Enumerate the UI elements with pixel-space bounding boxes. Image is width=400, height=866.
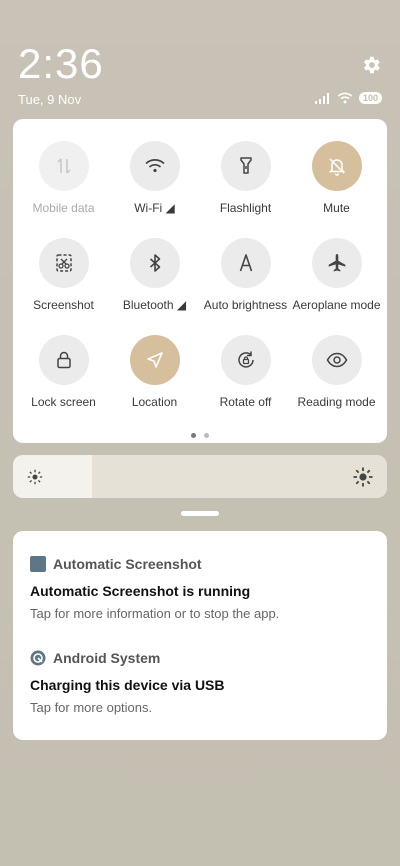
toggle-label: Location bbox=[131, 395, 178, 409]
settings-gear-icon[interactable] bbox=[360, 54, 382, 76]
brightness-slider[interactable] bbox=[13, 455, 387, 498]
bluetooth-icon bbox=[149, 254, 160, 272]
toggle-label: Aeroplane mode bbox=[292, 298, 381, 312]
toggle-airplane[interactable]: Aeroplane mode bbox=[291, 238, 382, 335]
toggle-label: Screenshot bbox=[33, 298, 94, 312]
toggle-button[interactable] bbox=[220, 141, 271, 191]
toggle-button[interactable] bbox=[38, 238, 89, 288]
bell-off-icon bbox=[328, 158, 345, 176]
toggle-lock[interactable]: Lock screen bbox=[18, 335, 109, 432]
toggle-location[interactable]: Location bbox=[109, 335, 200, 432]
quick-settings-panel: Mobile data Wi-Fi ◢ Flashlight Mute Screensh… bbox=[13, 119, 387, 443]
signal-icon bbox=[314, 92, 329, 104]
toggle-bell-off[interactable]: Mute bbox=[291, 141, 382, 238]
notification-card: Automatic Screenshot Automatic Screensho… bbox=[13, 531, 387, 740]
screenshot-icon bbox=[55, 254, 72, 272]
toggle-screenshot[interactable]: Screenshot bbox=[18, 238, 109, 335]
toggle-button[interactable] bbox=[311, 141, 362, 191]
toggle-button[interactable] bbox=[129, 141, 180, 191]
toggle-auto-brightness[interactable]: Auto brightness bbox=[200, 238, 291, 335]
toggle-label: Lock screen bbox=[31, 395, 96, 409]
toggle-button[interactable] bbox=[129, 238, 180, 288]
toggle-label: Bluetooth ◢ bbox=[122, 298, 187, 312]
notification-title: Charging this device via USB bbox=[30, 677, 225, 693]
toggle-label: Auto brightness bbox=[203, 298, 288, 312]
page-indicator bbox=[13, 433, 387, 438]
lock-icon bbox=[56, 351, 71, 369]
toggle-bluetooth[interactable]: Bluetooth ◢ bbox=[109, 238, 200, 335]
auto-brightness-icon bbox=[239, 254, 252, 272]
toggle-button[interactable] bbox=[38, 335, 89, 385]
page-dot-active[interactable] bbox=[191, 433, 196, 438]
notification-automatic-screenshot[interactable]: Automatic Screenshot Automatic Screensho… bbox=[30, 556, 370, 621]
toggle-label: Mute bbox=[323, 201, 350, 215]
toggle-button[interactable] bbox=[220, 238, 271, 288]
toggle-button[interactable] bbox=[311, 238, 362, 288]
mobile-data-icon bbox=[56, 158, 71, 174]
drag-handle[interactable] bbox=[181, 511, 219, 516]
location-icon bbox=[146, 352, 163, 368]
notification-title: Automatic Screenshot is running bbox=[30, 583, 251, 599]
flashlight-icon bbox=[239, 157, 252, 174]
brightness-low-icon bbox=[27, 469, 43, 485]
airplane-icon bbox=[328, 254, 345, 272]
battery-indicator: 100 bbox=[358, 92, 382, 104]
notification-app-name: Automatic Screenshot bbox=[53, 556, 202, 572]
date: Tue, 9 Nov bbox=[18, 92, 82, 107]
notification-text: Tap for more information or to stop the … bbox=[30, 606, 280, 621]
toggle-button[interactable] bbox=[311, 335, 362, 385]
status-icons: 100 bbox=[314, 92, 382, 104]
toggle-label: Reading mode bbox=[297, 395, 376, 409]
toggle-wifi[interactable]: Wi-Fi ◢ bbox=[109, 141, 200, 238]
page-dot[interactable] bbox=[204, 433, 209, 438]
notification-android-system[interactable]: Android System Charging this device via … bbox=[30, 650, 370, 715]
wifi-icon bbox=[144, 159, 165, 173]
toggle-button[interactable] bbox=[129, 335, 180, 385]
toggle-button[interactable] bbox=[38, 141, 89, 191]
app-square-icon bbox=[30, 556, 46, 572]
toggle-flashlight[interactable]: Flashlight bbox=[200, 141, 291, 238]
android-system-icon bbox=[30, 650, 46, 666]
notification-app-name: Android System bbox=[53, 650, 161, 666]
wifi-status-icon bbox=[337, 92, 353, 104]
brightness-high-icon bbox=[353, 467, 373, 487]
brightness-fill bbox=[13, 455, 92, 498]
toggle-label: Flashlight bbox=[219, 201, 272, 215]
rotate-lock-icon bbox=[237, 351, 254, 368]
toggle-button[interactable] bbox=[220, 335, 271, 385]
toggle-label: Wi-Fi ◢ bbox=[134, 201, 175, 215]
toggle-label: Mobile data bbox=[32, 201, 95, 215]
clock: 2:36 bbox=[18, 40, 104, 87]
toggle-eye[interactable]: Reading mode bbox=[291, 335, 382, 432]
toggle-label: Rotate off bbox=[219, 395, 272, 409]
toggle-mobile-data[interactable]: Mobile data bbox=[18, 141, 109, 238]
notification-text: Tap for more options. bbox=[30, 700, 153, 715]
toggle-rotate-lock[interactable]: Rotate off bbox=[200, 335, 291, 432]
eye-icon bbox=[326, 352, 347, 368]
